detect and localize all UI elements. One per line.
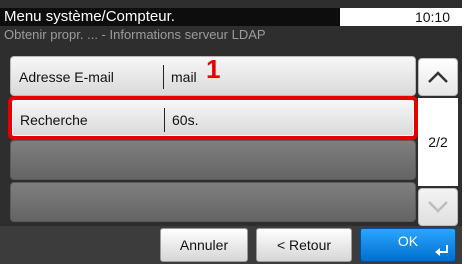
back-button[interactable]: < Retour: [256, 228, 352, 262]
panel-screen: Menu système/Compteur. 10:10 Obtenir pro…: [0, 0, 462, 264]
breadcrumb: Obtenir propr. ... - Informations serveu…: [4, 27, 266, 42]
list-item-value: 60s.: [172, 112, 199, 128]
divider: [164, 108, 165, 132]
clock: 10:10: [408, 8, 456, 26]
page-indicator: 2/2: [418, 98, 458, 186]
back-button-label: < Retour: [276, 237, 332, 253]
ok-button[interactable]: OK: [360, 228, 456, 262]
list-item-value: mail: [171, 69, 197, 85]
title-bar: Menu système/Compteur. 10:10 Obtenir pro…: [0, 0, 462, 42]
chevron-up-icon: [428, 71, 448, 83]
page-title: Menu système/Compteur.: [0, 8, 340, 26]
chevron-down-icon: [428, 201, 448, 213]
step-marker: 1: [206, 54, 221, 84]
cancel-button[interactable]: Annuler: [160, 228, 248, 262]
list-item-label: Adresse E-mail: [19, 69, 114, 85]
scroll-down-button[interactable]: [418, 188, 458, 226]
enter-icon: [435, 245, 448, 256]
list-item-label: Recherche: [20, 112, 88, 128]
list-item-search-timeout[interactable]: Recherche 60s.: [8, 96, 418, 140]
list-item-empty: [10, 140, 416, 180]
cancel-button-label: Annuler: [179, 237, 229, 253]
side-caption: [464, 200, 472, 260]
list-item-empty: [10, 182, 416, 222]
scroll-up-button[interactable]: [418, 58, 458, 96]
divider: [163, 65, 164, 89]
